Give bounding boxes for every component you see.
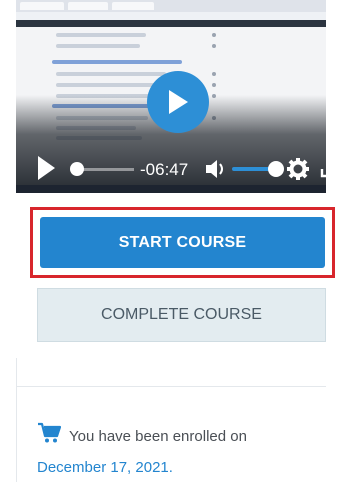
time-remaining: -06:47: [140, 160, 189, 179]
browser-bookmarks-bar: [16, 20, 326, 27]
browser-address-bar: [16, 12, 326, 20]
progress-track[interactable]: [76, 168, 134, 171]
play-icon[interactable]: [36, 155, 56, 181]
enrollment-info: You have been enrolled on December 17, 2…: [37, 422, 327, 482]
gear-icon[interactable]: [287, 158, 309, 180]
recorded-taskbar: [16, 185, 326, 193]
browser-tab-strip: [16, 0, 326, 12]
start-course-button[interactable]: START COURSE: [40, 217, 325, 268]
enrollment-date: December 17, 2021.: [37, 459, 173, 476]
sidebar-divider: [16, 358, 17, 482]
start-course-highlight: START COURSE: [30, 207, 335, 278]
progress-scrubber[interactable]: [70, 162, 84, 176]
cart-icon: [37, 422, 62, 454]
complete-course-button[interactable]: COMPLETE COURSE: [37, 288, 326, 342]
big-play-button[interactable]: [147, 71, 209, 133]
fullscreen-icon[interactable]: [320, 156, 342, 178]
volume-knob[interactable]: [268, 161, 284, 177]
video-control-bar: -06:47: [16, 150, 342, 186]
volume-icon[interactable]: [204, 158, 228, 180]
enrollment-text: You have been enrolled on: [69, 428, 247, 445]
section-divider: [16, 386, 326, 387]
play-icon: [169, 90, 188, 114]
